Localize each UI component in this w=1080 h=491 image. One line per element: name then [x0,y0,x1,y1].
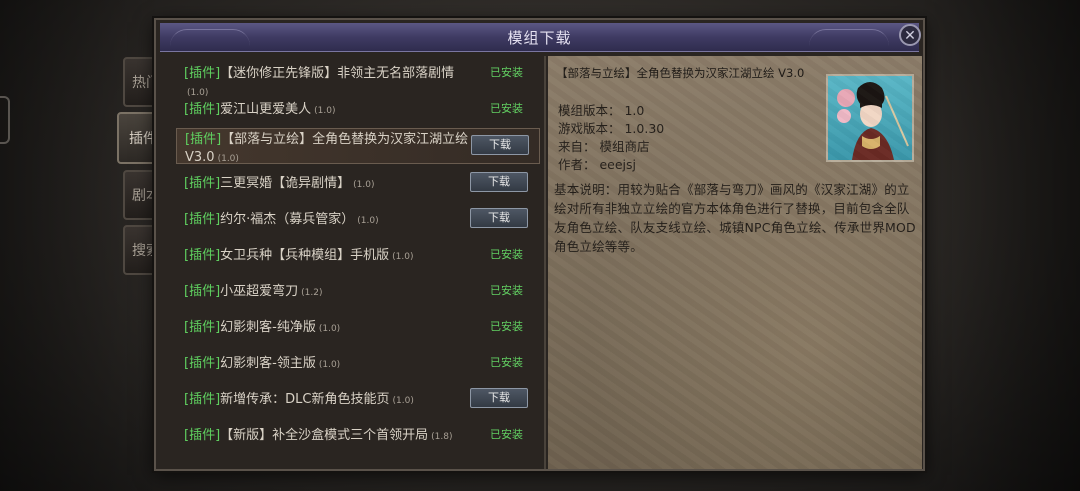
detail-game-version: 游戏版本： 1.0.30 [558,121,665,136]
list-item[interactable]: [插件]【部落与立绘】全角色替换为汉家江湖立绘 V3.0 (1.0) 下载 [176,128,540,165]
list-item[interactable]: [插件]约尔·福杰（募兵管家） (1.0) 下载 [176,202,540,238]
detail-mod-version: 模组版本： 1.0 [558,103,645,118]
installed-status: 已安装 [490,102,523,115]
mod-version: (1.0) [314,106,336,116]
mod-type-tag: [插件] [184,102,221,117]
dialog-titlebar: 模组下载 ✕ [160,23,921,52]
download-button[interactable]: 下载 [470,388,528,408]
mod-type-tag: [插件] [184,212,221,227]
list-item[interactable]: [插件]女卫兵种【兵种模组】手机版 (1.0) 已安装 [176,238,540,274]
character-portrait [826,74,914,162]
mod-version: (1.0) [318,360,341,370]
installed-status: 已安装 [490,66,523,79]
installed-status: 已安装 [490,428,523,441]
panel-divider [544,56,546,469]
mod-name: [插件]女卫兵种【兵种模组】手机版 (1.0) [184,247,469,266]
mod-title: 三更冥婚【诡异剧情】 [220,176,351,191]
list-item[interactable]: [插件]小巫超爱弯刀 (1.2) 已安装 [176,274,540,310]
mod-version: (1.0) [353,180,375,190]
list-item[interactable]: [插件]爱江山更爱美人 (1.0) 已安装 [176,92,540,128]
detail-source: 来自： 模组商店 [558,139,650,154]
list-item[interactable]: [插件]【迷你修正先锋版】非领主无名部落剧情(1.0) 已安装 [176,56,540,98]
mod-name: [插件]新增传承：DLC新角色技能页 (1.0) [184,391,469,410]
installed-status: 已安装 [490,320,523,333]
mod-type-tag: [插件] [184,356,221,371]
mod-download-dialog: 模组下载 ✕ [插件]【迷你修正先锋版】非领主无名部落剧情(1.0) 已安装 [插件… [154,18,925,471]
mod-version: (1.8) [431,432,453,442]
mod-name: [插件]幻影刺客-纯净版 (1.0) [184,319,469,338]
mod-type-tag: [插件] [184,176,221,191]
mod-title: 小巫超爱弯刀 [220,284,299,299]
detail-title: 【部落与立绘】全角色替换为汉家江湖立绘 V3.0 [556,66,805,80]
mod-version: (1.0) [357,216,379,226]
mod-title: 女卫兵种【兵种模组】手机版 [220,248,390,263]
close-button[interactable]: ✕ [899,24,921,46]
mod-version: (1.0) [392,396,414,406]
close-icon: ✕ [904,28,916,44]
installed-status: 已安装 [490,284,523,297]
mod-version: (1.0) [392,252,414,262]
dialog-title: 模组下载 [507,29,572,47]
detail-author: 作者： eeejsj [558,157,637,172]
mod-title: 【新版】补全沙盒模式三个首领开局 [220,428,429,443]
mod-version: (1.2) [301,288,323,298]
mod-type-tag: [插件] [185,132,222,147]
mod-name: [插件]三更冥婚【诡异剧情】 (1.0) [184,175,469,194]
installed-status: 已安装 [490,356,523,369]
mod-title: 幻影刺客-领主版 [220,356,316,371]
mod-name: [插件]约尔·福杰（募兵管家） (1.0) [184,211,469,230]
detail-description: 基本说明：用较为贴合《部落与弯刀》画风的《汉家江湖》的立绘对所有非独立立绘的官方… [554,182,916,254]
tab-label: 插件 [129,131,157,147]
mod-type-tag: [插件] [184,392,221,407]
list-item[interactable]: [插件]幻影刺客-领主版 (1.0) 已安装 [176,346,540,382]
mod-version: (1.0) [217,154,239,164]
mod-version: (1.0) [318,324,341,334]
mod-title: 约尔·福杰（募兵管家） [220,212,355,227]
mod-name: [插件]爱江山更爱美人 (1.0) [184,101,469,120]
mod-name: [插件]幻影刺客-领主版 (1.0) [184,355,469,374]
download-button[interactable]: 下载 [470,172,528,192]
list-item[interactable]: [插件]新增传承：DLC新角色技能页 (1.0) 下载 [176,382,540,418]
mod-title: 新增传承：DLC新角色技能页 [220,392,390,407]
mod-name: [插件]小巫超爱弯刀 (1.2) [184,283,469,302]
mod-type-tag: [插件] [184,428,221,443]
mod-title: 幻影刺客-纯净版 [220,320,316,335]
download-button[interactable]: 下载 [470,208,528,228]
mod-type-tag: [插件] [184,284,221,299]
mod-detail-panel: 【部落与立绘】全角色替换为汉家江湖立绘 V3.0 模组版本： 1.0 游戏版本：… [548,56,922,469]
list-item[interactable]: [插件]三更冥婚【诡异剧情】 (1.0) 下载 [176,166,540,202]
mod-name: [插件]【部落与立绘】全角色替换为汉家江湖立绘 V3.0 (1.0) [185,131,470,168]
list-item[interactable]: [插件]幻影刺客-纯净版 (1.0) 已安装 [176,310,540,346]
mod-type-tag: [插件] [184,320,221,335]
portrait-image-icon [837,82,909,160]
mod-list[interactable]: [插件]【迷你修正先锋版】非领主无名部落剧情(1.0) 已安装 [插件]爱江山更爱美… [174,56,544,469]
mod-title: 【迷你修正先锋版】非领主无名部落剧情 [220,66,455,81]
mod-type-tag: [插件] [184,66,221,81]
download-button[interactable]: 下载 [471,135,529,155]
mod-name: [插件]【新版】补全沙盒模式三个首领开局 (1.8) [184,427,469,446]
list-item[interactable]: [插件]【新版】补全沙盒模式三个首领开局 (1.8) 已安装 [176,418,540,454]
mod-type-tag: [插件] [184,248,221,263]
installed-status: 已安装 [490,248,523,261]
mod-title: 爱江山更爱美人 [220,102,312,117]
back-arrow-icon[interactable] [0,96,10,144]
